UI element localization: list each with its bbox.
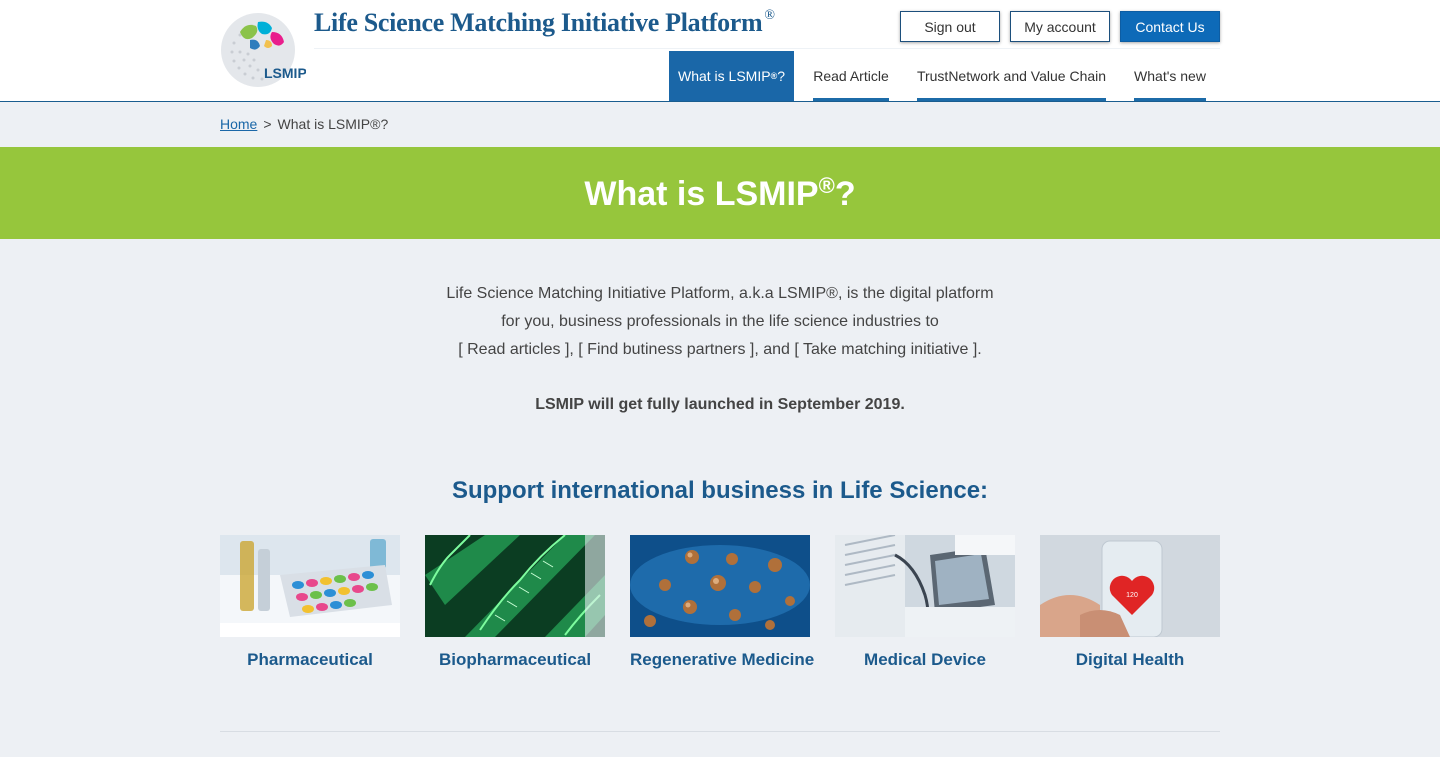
category-card-regenerative-medicine[interactable]: Regenerative Medicine — [630, 535, 814, 670]
nav-trustnetwork[interactable]: TrustNetwork and Value Chain — [917, 51, 1106, 101]
nav-read-article-label: Read Article — [813, 68, 889, 84]
page-title: What is LSMIP®? — [584, 173, 855, 214]
nav-trustnetwork-label: TrustNetwork and Value Chain — [916, 68, 1107, 84]
nav-underline — [813, 98, 889, 101]
breadcrumb-home-link[interactable]: Home — [220, 116, 257, 132]
nav-what-is-lsmip[interactable]: What is LSMIP ®? — [669, 51, 794, 101]
nav-question-mark: ? — [777, 68, 786, 84]
page-title-text: What is LSMIP — [584, 174, 819, 213]
intro-line: Life Science Matching Initiative Platfor… — [446, 285, 994, 302]
medical-device-image[interactable] — [835, 535, 1015, 637]
breadcrumb-current: What is LSMIP®? — [277, 116, 389, 132]
regenerative-medicine-image[interactable] — [630, 535, 810, 637]
pharmaceutical-image[interactable] — [220, 535, 400, 637]
page-banner: What is LSMIP®? — [0, 147, 1440, 239]
registered-mark: ® — [764, 8, 775, 23]
nav-whats-new-label: What's new — [1134, 68, 1206, 84]
category-label[interactable]: Regenerative Medicine — [630, 650, 814, 670]
intro-line: for you, business professionals in the l… — [501, 313, 939, 330]
site-title[interactable]: Life Science Matching Initiative Platfor… — [314, 8, 775, 38]
digital-health-image[interactable]: 120 — [1040, 535, 1220, 637]
site-title-text: Life Science Matching Initiative Platfor… — [314, 8, 763, 37]
category-card-digital-health[interactable]: 120 Digital Health — [1040, 535, 1220, 670]
footer-divider — [220, 731, 1220, 732]
nav-what-is-lsmip-label: What is LSMIP — [677, 68, 771, 84]
category-label[interactable]: Medical Device — [835, 650, 1015, 670]
category-card-medical-device[interactable]: Medical Device — [835, 535, 1015, 670]
title-divider — [314, 48, 1220, 49]
category-label[interactable]: Digital Health — [1040, 650, 1220, 670]
heart-rate-readout: 120 — [1126, 592, 1138, 599]
page-title-question-mark: ? — [834, 174, 856, 213]
site-header: LSMIP Life Science Matching Initiative P… — [0, 0, 1440, 102]
lsmip-logo[interactable]: LSMIP — [220, 10, 307, 90]
category-card-biopharmaceutical[interactable]: Biopharmaceutical — [425, 535, 605, 670]
category-label[interactable]: Pharmaceutical — [220, 650, 400, 670]
sign-out-button[interactable]: Sign out — [900, 11, 1000, 42]
nav-registered-mark: ® — [770, 71, 778, 81]
nav-underline — [1134, 98, 1206, 101]
category-label[interactable]: Biopharmaceutical — [425, 650, 605, 670]
nav-underline — [917, 98, 1106, 101]
category-card-pharmaceutical[interactable]: Pharmaceutical — [220, 535, 400, 670]
intro-text: Life Science Matching Initiative Platfor… — [0, 280, 1440, 364]
breadcrumb-separator: > — [263, 116, 272, 132]
my-account-button[interactable]: My account — [1010, 11, 1110, 42]
breadcrumb: Home > What is LSMIP®? — [220, 116, 388, 132]
contact-us-button[interactable]: Contact Us — [1120, 11, 1220, 42]
nav-read-article[interactable]: Read Article — [813, 51, 889, 101]
section-heading: Support international business in Life S… — [451, 477, 989, 504]
page-title-registered-mark: ® — [818, 172, 835, 198]
launch-notice: LSMIP will get fully launched in Septemb… — [535, 396, 905, 413]
biopharmaceutical-image[interactable] — [425, 535, 605, 637]
logo-text: LSMIP — [264, 65, 306, 81]
intro-line: [ Read articles ], [ Find butiness partn… — [458, 341, 982, 358]
nav-whats-new[interactable]: What's new — [1134, 51, 1206, 101]
